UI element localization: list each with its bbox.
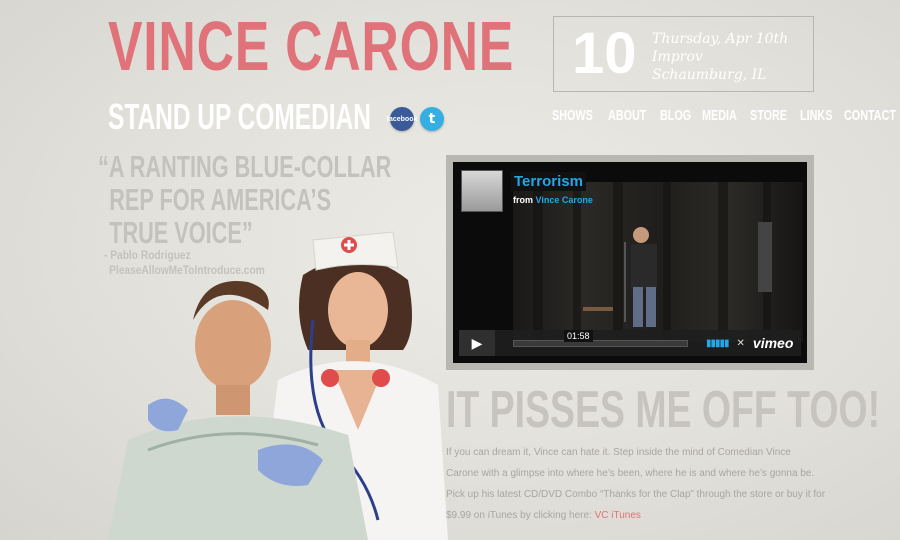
next-show-box[interactable]: 10 Thursday, Apr 10th Improv Schaumburg,… bbox=[553, 16, 814, 92]
quote-line: REP FOR AMERICA’S bbox=[109, 182, 332, 217]
event-details: Thursday, Apr 10th Improv Schaumburg, IL bbox=[652, 30, 788, 84]
body-copy: If you can dream it, Vince can hate it. … bbox=[446, 442, 826, 526]
page-headline: IT PISSES ME OFF TOO! bbox=[446, 381, 881, 439]
author-avatar[interactable] bbox=[461, 170, 503, 212]
nav-shows[interactable]: SHOWS bbox=[552, 107, 593, 125]
itunes-link[interactable]: VC iTunes bbox=[595, 510, 641, 521]
fullscreen-icon[interactable]: ✕ bbox=[737, 338, 745, 349]
nav-about[interactable]: ABOUT bbox=[608, 107, 646, 125]
video-scene bbox=[533, 182, 772, 342]
vimeo-logo[interactable]: vimeo bbox=[753, 335, 793, 351]
video-title[interactable]: Terrorism bbox=[511, 172, 586, 191]
event-date: Thursday, Apr 10th bbox=[652, 31, 789, 47]
nav-media[interactable]: MEDIA bbox=[702, 107, 737, 125]
nav-blog[interactable]: BLOG bbox=[660, 107, 691, 125]
video-controls: ▶ 01:58 ▮▮▮▮▮ ✕ vimeo bbox=[459, 329, 801, 356]
nav-contact[interactable]: CONTACT bbox=[844, 107, 896, 125]
nav-store[interactable]: STORE bbox=[750, 107, 787, 125]
video-byline: from Vince Carone bbox=[513, 195, 593, 205]
quote-line: “A RANTING BLUE-COLLAR bbox=[98, 149, 392, 184]
event-day: 10 bbox=[572, 21, 637, 86]
main-nav: SHOWS ABOUT BLOG MEDIA STORE LINKS CONTA… bbox=[552, 107, 900, 125]
site-tagline: STAND UP COMEDIAN bbox=[108, 96, 371, 137]
hero-photo bbox=[108, 231, 448, 540]
video-frame: Terrorism from Vince Carone ▶ 01:58 ▮▮▮▮… bbox=[446, 155, 814, 370]
event-location: Schaumburg, IL bbox=[652, 67, 767, 83]
byline-prefix: from bbox=[513, 195, 533, 205]
video-player[interactable]: Terrorism from Vince Carone ▶ 01:58 ▮▮▮▮… bbox=[453, 162, 807, 363]
video-stage bbox=[513, 182, 803, 342]
site-name[interactable]: VINCE CARONE bbox=[108, 6, 514, 86]
play-button[interactable]: ▶ bbox=[459, 330, 495, 356]
facebook-icon[interactable]: facebook bbox=[387, 107, 417, 131]
volume-icon[interactable]: ▮▮▮▮▮ bbox=[706, 338, 729, 349]
nav-links[interactable]: LINKS bbox=[800, 107, 832, 125]
twitter-icon[interactable]: t bbox=[420, 107, 444, 131]
event-venue: Improv bbox=[652, 49, 703, 65]
timecode: 01:58 bbox=[564, 329, 593, 342]
progress-bar[interactable]: 01:58 bbox=[513, 329, 688, 347]
byline-author[interactable]: Vince Carone bbox=[536, 195, 593, 205]
